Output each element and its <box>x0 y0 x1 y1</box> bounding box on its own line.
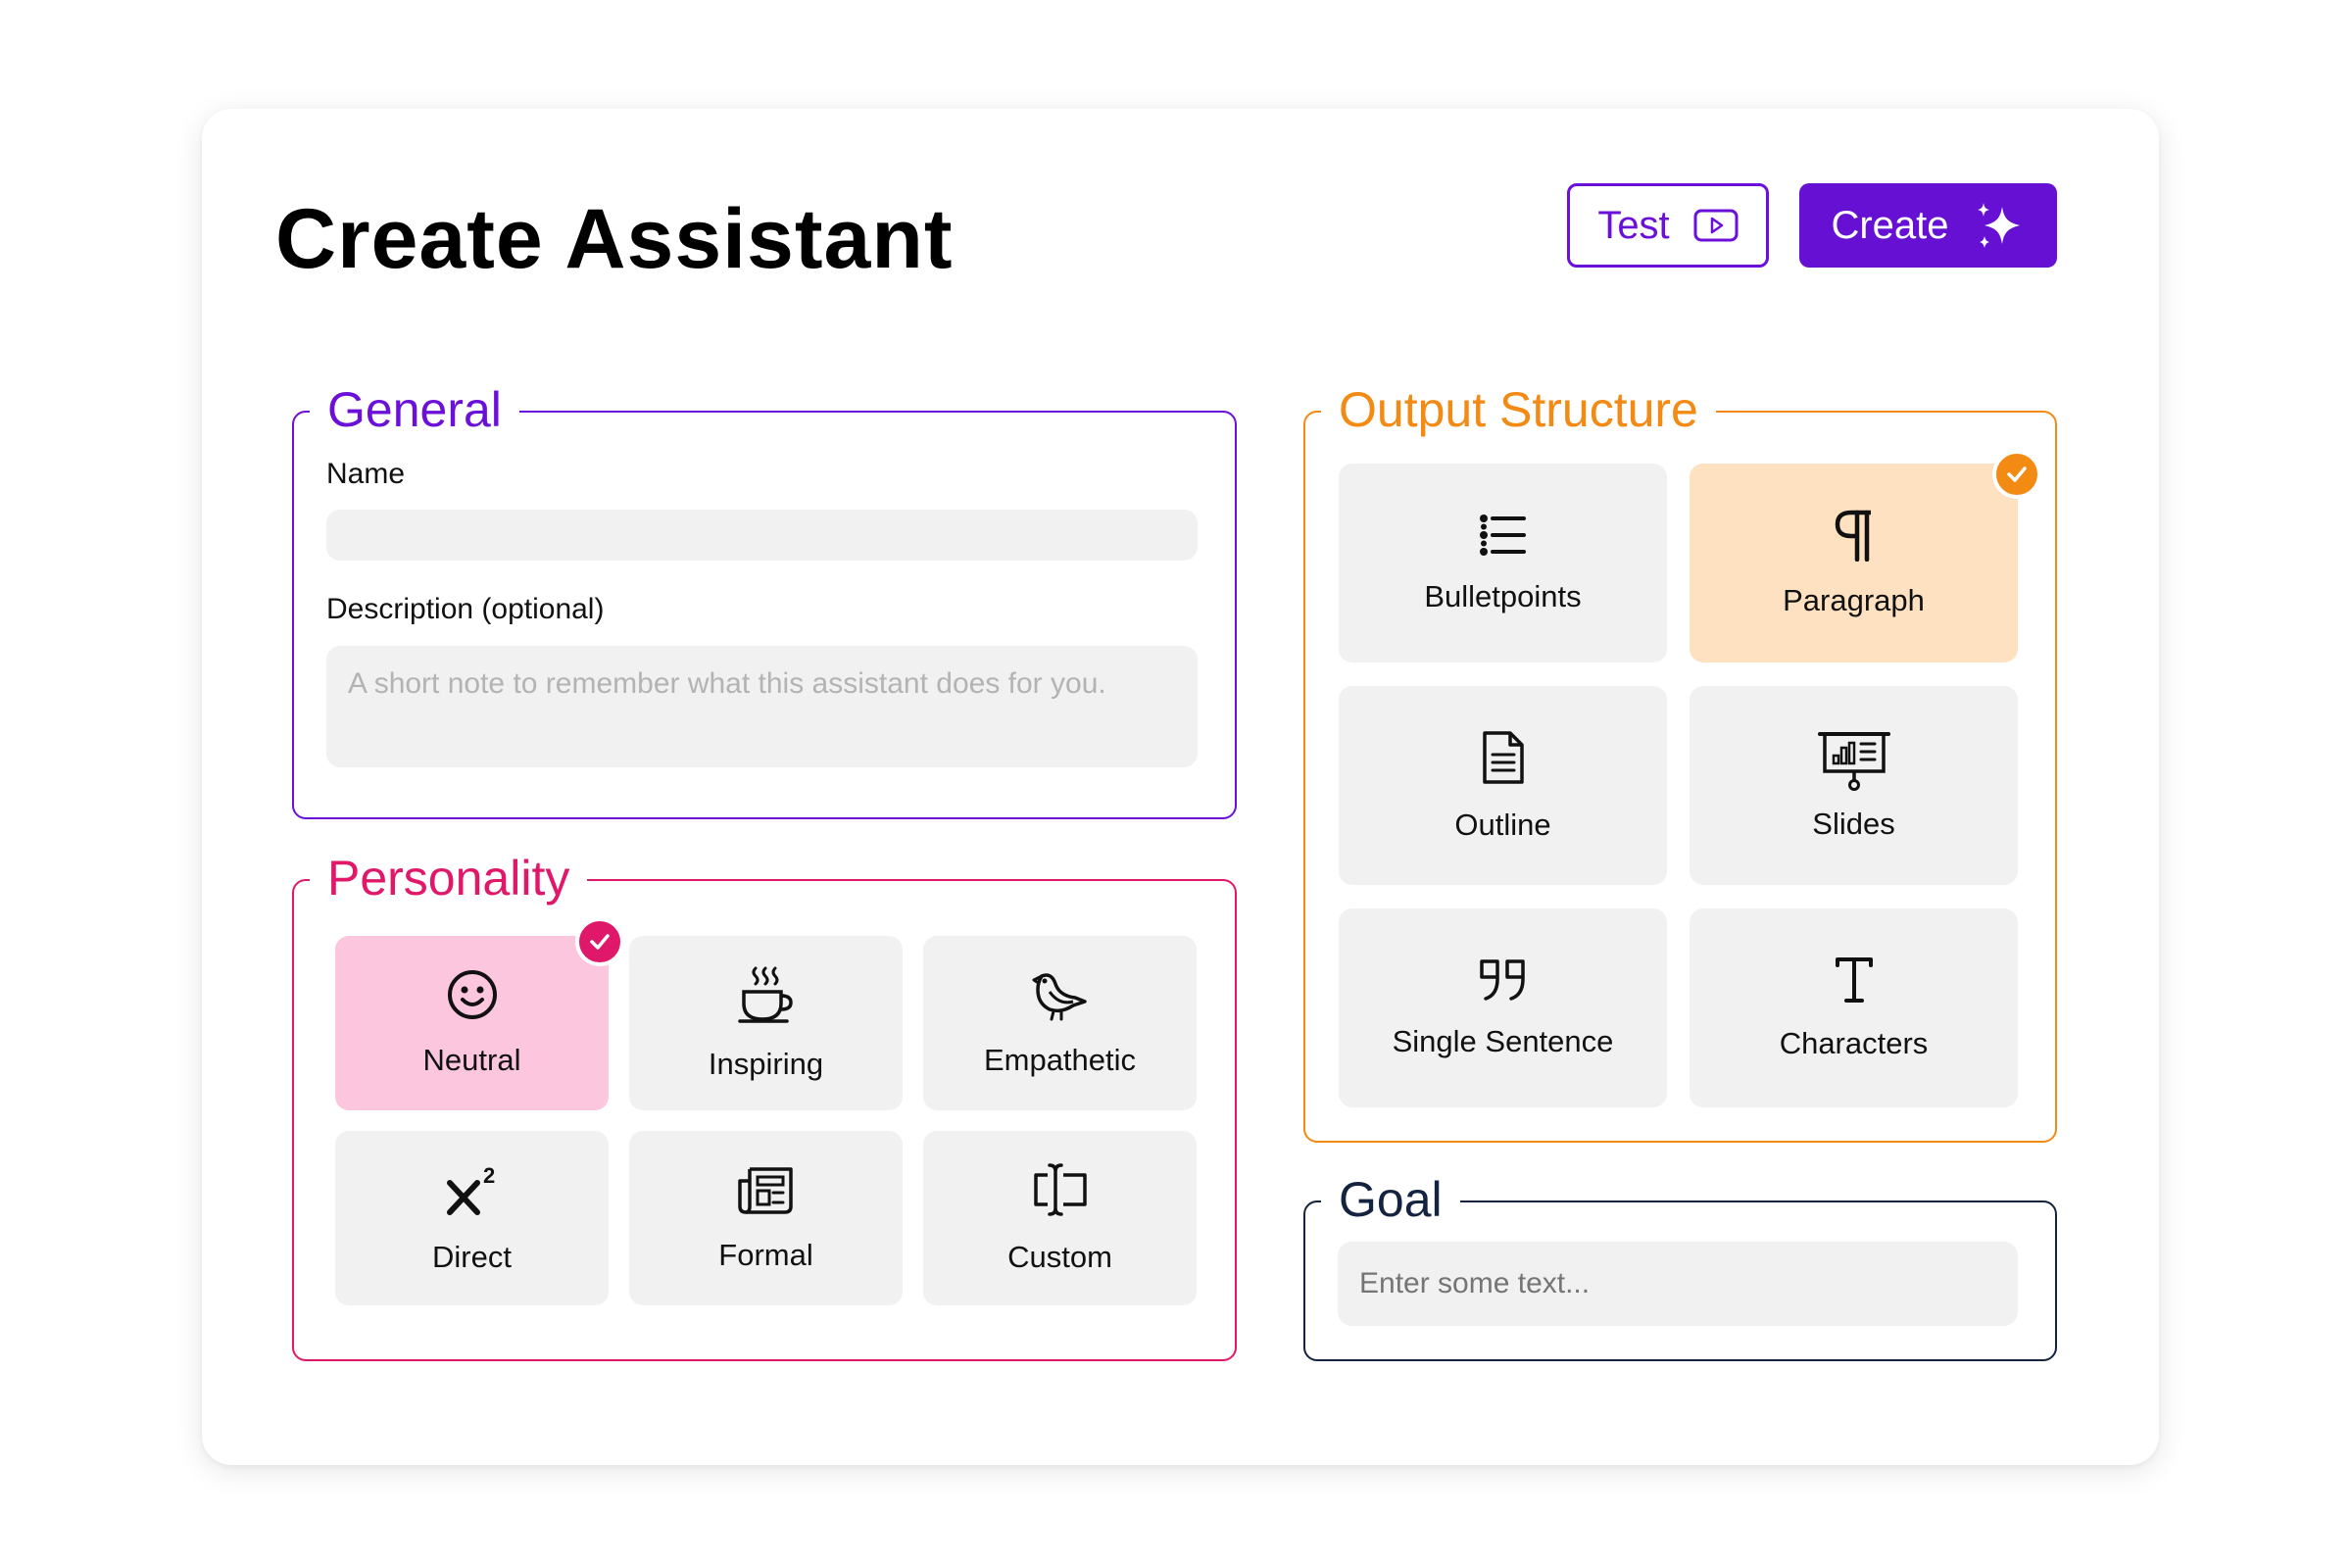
create-button-label: Create <box>1831 203 1949 247</box>
newspaper-icon <box>736 1163 797 1216</box>
goal-legend: Goal <box>1321 1165 1460 1234</box>
page-title: Create Assistant <box>275 192 954 286</box>
personality-option-direct[interactable]: 2 Direct <box>335 1131 609 1305</box>
output-option-characters[interactable]: Characters <box>1690 908 2018 1107</box>
tile-label: Slides <box>1812 806 1895 841</box>
tile-label: Direct <box>432 1240 512 1274</box>
tile-label: Custom <box>1007 1240 1112 1274</box>
text-cursor-box-icon <box>1030 1161 1091 1218</box>
coffee-cup-icon <box>736 964 797 1025</box>
personality-option-inspiring[interactable]: Inspiring <box>629 936 903 1110</box>
output-option-outline[interactable]: Outline <box>1339 686 1667 885</box>
quote-icon <box>1476 957 1531 1003</box>
description-label: Description (optional) <box>326 593 605 625</box>
goal-section: Goal <box>1303 1165 2057 1361</box>
personality-legend: Personality <box>310 844 588 912</box>
personality-option-empathetic[interactable]: Empathetic <box>923 936 1197 1110</box>
sparkle-icon <box>1973 199 2026 252</box>
output-option-slides[interactable]: Slides <box>1690 686 2018 885</box>
pilcrow-icon <box>1832 509 1877 562</box>
document-icon <box>1481 729 1526 786</box>
output-option-single-sentence[interactable]: Single Sentence <box>1339 908 1667 1107</box>
output-structure-section: Output Structure Bulletpoints Paragraph … <box>1303 375 2057 1143</box>
tile-label: Neutral <box>422 1043 521 1077</box>
play-icon <box>1693 209 1739 242</box>
create-assistant-card: Create Assistant Test Create General Nam… <box>202 109 2159 1465</box>
tile-label: Paragraph <box>1783 582 1925 617</box>
superscript-icon: 2 <box>444 1161 501 1218</box>
svg-text:2: 2 <box>483 1163 495 1188</box>
list-icon <box>1479 513 1528 558</box>
tile-label: Inspiring <box>708 1047 824 1081</box>
general-legend: General <box>310 375 519 444</box>
test-button-label: Test <box>1597 203 1670 247</box>
selected-check-icon <box>1992 450 2041 499</box>
personality-option-formal[interactable]: Formal <box>629 1131 903 1305</box>
personality-option-custom[interactable]: Custom <box>923 1131 1197 1305</box>
selected-check-icon <box>575 917 624 966</box>
tile-label: Bulletpoints <box>1424 578 1582 613</box>
personality-section: Personality Neutral Inspiring Empathetic… <box>292 844 1237 1361</box>
presentation-icon <box>1817 730 1890 793</box>
name-label: Name <box>326 458 406 490</box>
output-option-bulletpoints[interactable]: Bulletpoints <box>1339 464 1667 662</box>
tile-label: Formal <box>718 1238 813 1272</box>
tile-label: Characters <box>1779 1025 1929 1060</box>
goal-input[interactable] <box>1338 1242 2018 1326</box>
tile-label: Outline <box>1454 807 1551 842</box>
create-button[interactable]: Create <box>1799 183 2057 268</box>
smiley-icon <box>446 968 499 1021</box>
text-t-icon <box>1834 956 1875 1004</box>
name-input[interactable] <box>326 510 1198 561</box>
output-structure-legend: Output Structure <box>1321 375 1716 444</box>
tile-label: Empathetic <box>983 1043 1137 1077</box>
description-placeholder: A short note to remember what this assis… <box>348 667 1106 700</box>
general-section: General Name Description (optional) A sh… <box>292 375 1237 819</box>
bird-icon <box>1032 968 1089 1021</box>
description-textarea[interactable]: A short note to remember what this assis… <box>326 646 1198 767</box>
test-button[interactable]: Test <box>1567 183 1769 268</box>
tile-label: Single Sentence <box>1392 1023 1614 1058</box>
personality-option-neutral[interactable]: Neutral <box>335 936 609 1110</box>
output-option-paragraph[interactable]: Paragraph <box>1690 464 2018 662</box>
